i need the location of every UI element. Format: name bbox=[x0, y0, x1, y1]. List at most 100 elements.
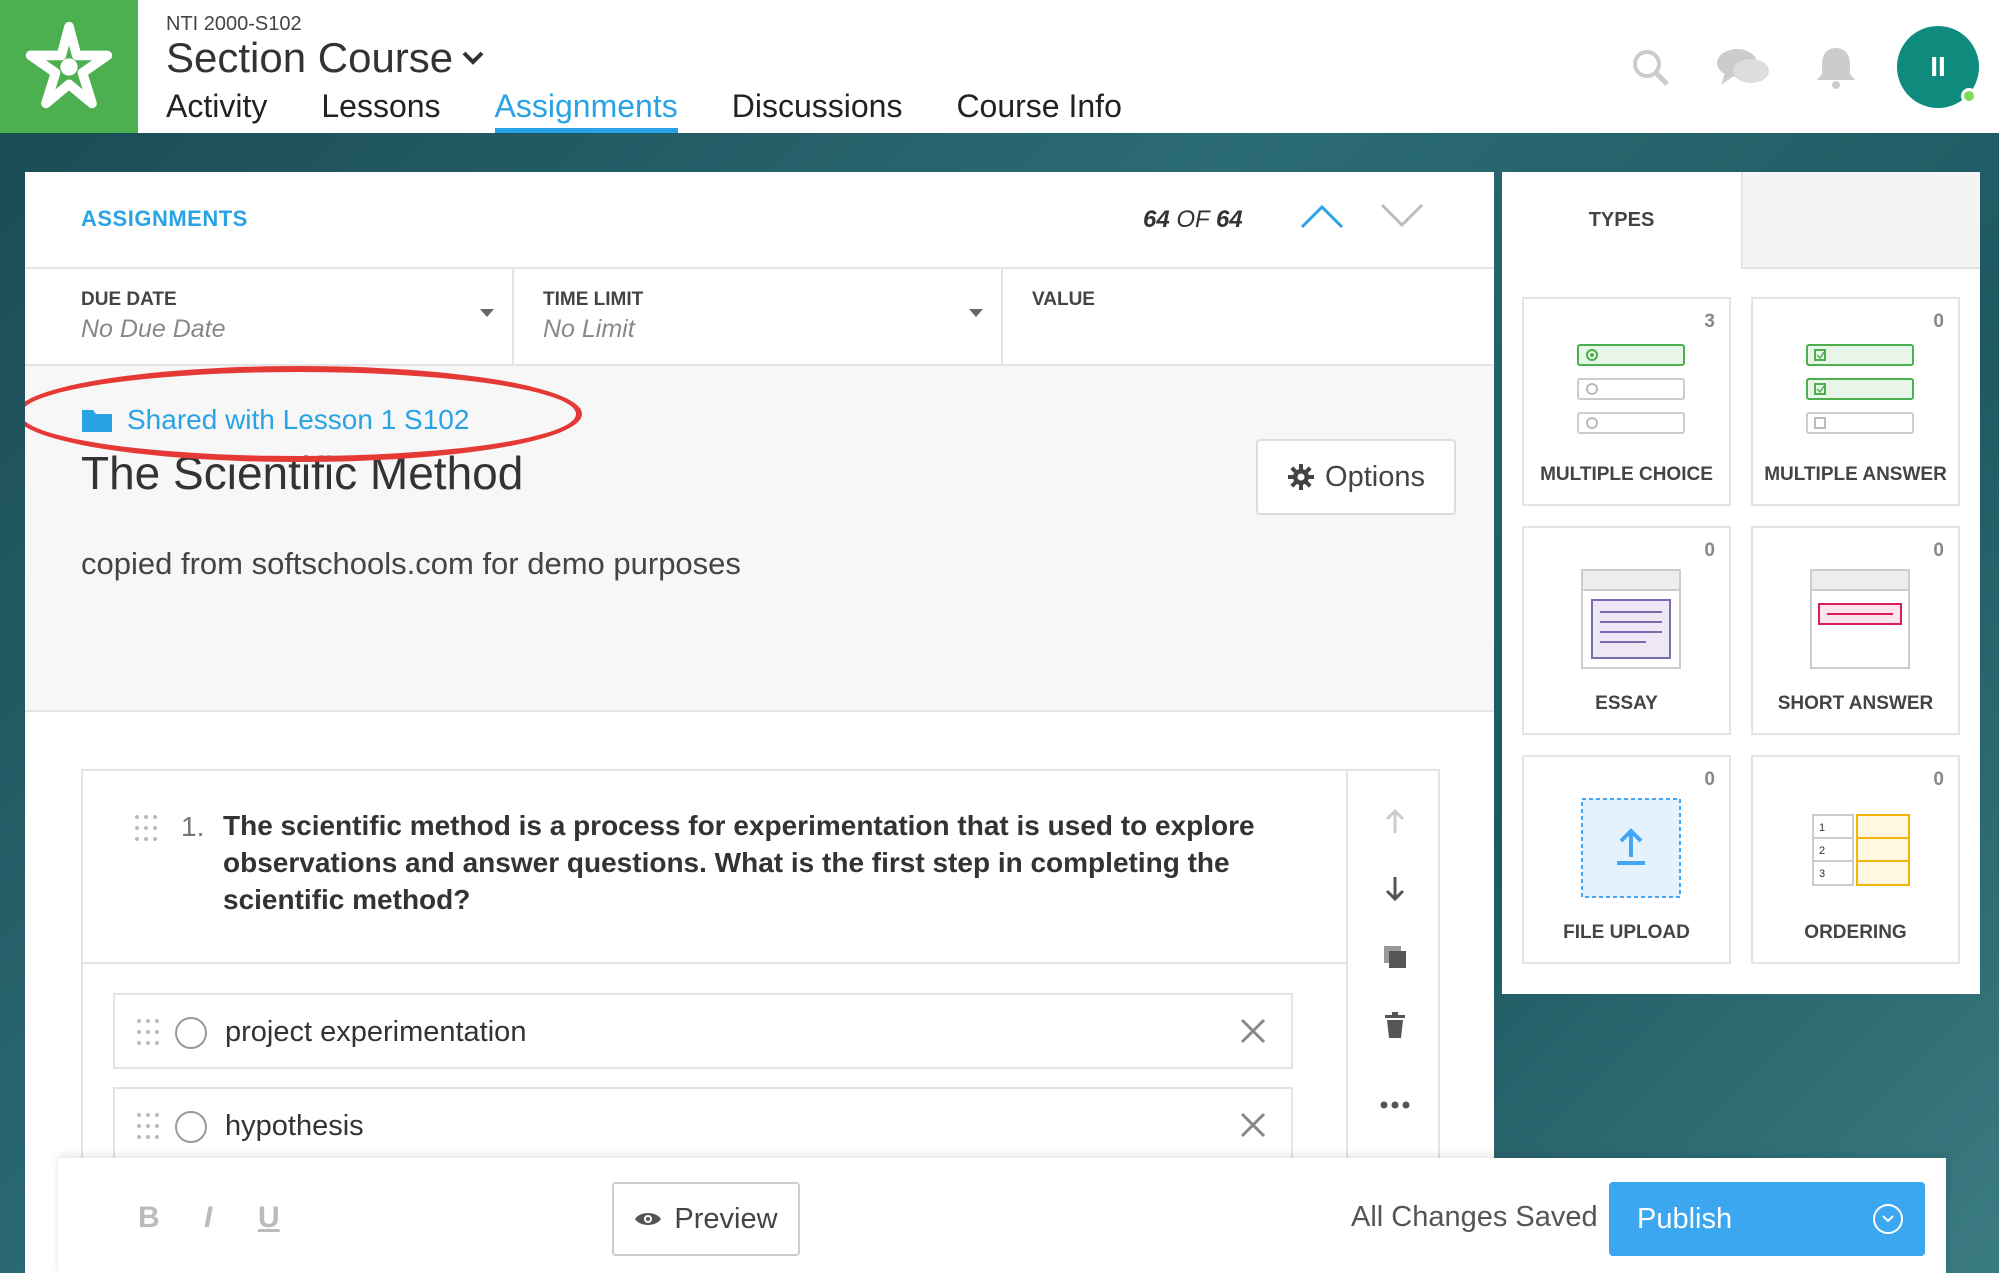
svg-text:2: 2 bbox=[1819, 845, 1825, 857]
move-down-button[interactable] bbox=[1375, 869, 1415, 909]
next-assignment-button[interactable] bbox=[1377, 196, 1427, 236]
value-label: VALUE bbox=[1032, 289, 1095, 310]
remove-answer-button[interactable] bbox=[1235, 1013, 1271, 1049]
multiple-answer-icon bbox=[1806, 344, 1914, 434]
chevron-down-icon bbox=[1380, 203, 1424, 228]
tab-assignments[interactable]: Assignments bbox=[494, 86, 678, 133]
tab-empty[interactable] bbox=[1741, 172, 1980, 269]
time-limit-value: No Limit bbox=[543, 315, 635, 343]
tab-activity[interactable]: Activity bbox=[166, 86, 267, 133]
move-up-button[interactable] bbox=[1375, 801, 1415, 841]
question-number: 1. bbox=[181, 811, 205, 842]
answer-text[interactable]: project experimentation bbox=[225, 1016, 526, 1049]
logo[interactable] bbox=[0, 0, 138, 133]
publish-label: Publish bbox=[1637, 1202, 1733, 1235]
type-label: SHORT ANSWER bbox=[1777, 693, 1934, 714]
avatar-initials: II bbox=[1930, 50, 1946, 82]
tab-course-info[interactable]: Course Info bbox=[956, 86, 1121, 133]
type-label: MULTIPLE ANSWER bbox=[1764, 464, 1947, 485]
question-types-panel: TYPES 3 MULTIPLE CHOICE 0 MULTIPLE ANSWE… bbox=[1502, 172, 1980, 994]
options-label: Options bbox=[1325, 460, 1425, 493]
type-short-answer[interactable]: 0 SHORT ANSWER bbox=[1751, 526, 1960, 735]
type-essay[interactable]: 0 ESSAY bbox=[1522, 526, 1731, 735]
tab-lessons[interactable]: Lessons bbox=[321, 86, 440, 133]
chevron-up-icon bbox=[1300, 204, 1344, 229]
online-status-indicator bbox=[1961, 87, 1977, 104]
course-switcher[interactable]: Section Course bbox=[166, 34, 485, 82]
header-actions: II bbox=[1618, 0, 1999, 133]
type-label: FILE UPLOAD bbox=[1563, 922, 1690, 943]
user-avatar[interactable]: II bbox=[1897, 25, 1979, 108]
multiple-choice-icon bbox=[1577, 344, 1685, 434]
assignment-details: Shared with Lesson 1 S102 The Scientific… bbox=[25, 366, 1494, 712]
type-multiple-answer[interactable]: 0 MULTIPLE ANSWER bbox=[1751, 297, 1960, 506]
question-text[interactable]: The scientific method is a process for e… bbox=[223, 807, 1303, 918]
arrow-down-icon bbox=[1385, 877, 1405, 902]
editor-toolbar: B I U Preview All Changes Saved Publish bbox=[58, 1158, 1946, 1273]
eye-icon bbox=[635, 1213, 662, 1225]
type-file-upload[interactable]: 0 FILE UPLOAD bbox=[1522, 755, 1731, 964]
assignment-editor-panel: ASSIGNMENTS 64 OF 64 DUE DATE No Due Dat… bbox=[25, 172, 1494, 1273]
type-label: MULTIPLE CHOICE bbox=[1540, 464, 1713, 485]
preview-label: Preview bbox=[674, 1202, 778, 1235]
remove-answer-button[interactable] bbox=[1235, 1107, 1271, 1143]
delete-button[interactable] bbox=[1375, 1005, 1415, 1045]
answer-option[interactable]: hypothesis bbox=[113, 1087, 1293, 1163]
type-ordering[interactable]: 0 1 2 3 ORDERING bbox=[1751, 755, 1960, 964]
drag-handle-icon[interactable] bbox=[135, 815, 157, 843]
type-count: 0 bbox=[1704, 769, 1715, 790]
top-bar: NTI 2000-S102 Section Course Activity Le… bbox=[0, 0, 1999, 133]
assignment-settings-row: DUE DATE No Due Date TIME LIMIT No Limit… bbox=[25, 269, 1494, 366]
type-count: 0 bbox=[1933, 311, 1944, 332]
answer-text[interactable]: hypothesis bbox=[225, 1110, 364, 1143]
type-count: 0 bbox=[1704, 540, 1715, 561]
assignment-description[interactable]: copied from softschools.com for demo pur… bbox=[81, 546, 741, 582]
publish-button[interactable]: Publish bbox=[1609, 1182, 1925, 1256]
save-status: All Changes Saved bbox=[1351, 1201, 1598, 1233]
due-date-dropdown[interactable]: DUE DATE No Due Date bbox=[25, 269, 514, 366]
type-label: ORDERING bbox=[1804, 922, 1907, 943]
gear-icon bbox=[1288, 464, 1315, 490]
close-icon bbox=[1240, 1018, 1266, 1044]
counter-current: 64 bbox=[1143, 206, 1170, 233]
chevron-down-icon bbox=[461, 49, 485, 67]
drag-handle-icon[interactable] bbox=[137, 1113, 159, 1141]
answer-option[interactable]: project experimentation bbox=[113, 993, 1293, 1069]
types-tabs: TYPES bbox=[1502, 172, 1980, 269]
svg-text:1: 1 bbox=[1819, 822, 1825, 834]
correct-answer-radio[interactable] bbox=[175, 1111, 207, 1143]
bold-button[interactable]: B bbox=[138, 1201, 160, 1235]
type-label: ESSAY bbox=[1595, 693, 1658, 714]
options-button[interactable]: Options bbox=[1256, 439, 1456, 515]
tab-discussions[interactable]: Discussions bbox=[732, 86, 903, 133]
italic-button[interactable]: I bbox=[204, 1201, 212, 1235]
underline-button[interactable]: U bbox=[258, 1201, 280, 1235]
bell-icon[interactable] bbox=[1804, 35, 1868, 99]
folder-icon bbox=[82, 410, 112, 432]
drag-handle-icon[interactable] bbox=[137, 1019, 159, 1047]
assignments-breadcrumb[interactable]: ASSIGNMENTS bbox=[81, 206, 248, 232]
type-count: 0 bbox=[1933, 540, 1944, 561]
essay-icon bbox=[1581, 569, 1681, 669]
value-field[interactable]: VALUE bbox=[1003, 269, 1492, 366]
copy-icon bbox=[1384, 946, 1406, 968]
preview-button[interactable]: Preview bbox=[612, 1182, 800, 1256]
search-icon[interactable] bbox=[1618, 35, 1682, 99]
more-options-button[interactable] bbox=[1375, 1085, 1415, 1125]
shared-with-lesson-link[interactable]: Shared with Lesson 1 S102 bbox=[81, 404, 469, 436]
type-multiple-choice[interactable]: 3 MULTIPLE CHOICE bbox=[1522, 297, 1731, 506]
time-limit-dropdown[interactable]: TIME LIMIT No Limit bbox=[514, 269, 1003, 366]
course-nav: Activity Lessons Assignments Discussions… bbox=[166, 86, 1176, 133]
panel-header: ASSIGNMENTS 64 OF 64 bbox=[25, 172, 1494, 269]
assignment-title[interactable]: The Scientific Method bbox=[81, 446, 523, 500]
correct-answer-radio[interactable] bbox=[175, 1017, 207, 1049]
duplicate-button[interactable] bbox=[1375, 937, 1415, 977]
svg-text:3: 3 bbox=[1819, 868, 1825, 880]
chat-icon[interactable] bbox=[1711, 35, 1775, 99]
previous-assignment-button[interactable] bbox=[1297, 196, 1347, 236]
question-header[interactable]: 1. The scientific method is a process fo… bbox=[83, 771, 1347, 964]
chevron-down-circle-icon[interactable] bbox=[1873, 1204, 1903, 1234]
tab-types[interactable]: TYPES bbox=[1502, 172, 1741, 269]
arrow-up-icon bbox=[1385, 808, 1405, 833]
close-icon bbox=[1240, 1112, 1266, 1138]
